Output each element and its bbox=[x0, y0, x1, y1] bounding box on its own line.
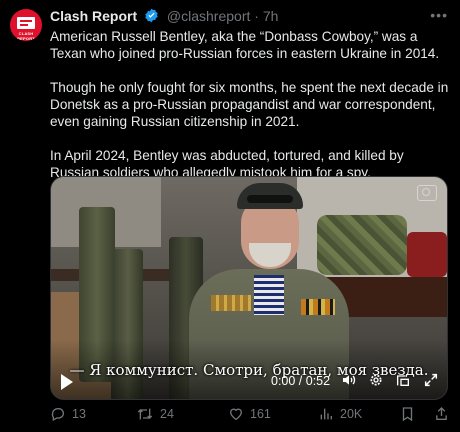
separator-dot: · bbox=[254, 8, 259, 24]
repost-button[interactable]: 24 bbox=[136, 406, 174, 422]
views-icon bbox=[318, 406, 334, 422]
video-person-glasses bbox=[247, 195, 293, 203]
play-icon[interactable] bbox=[61, 374, 73, 390]
share-button[interactable] bbox=[434, 406, 449, 422]
heart-icon bbox=[228, 406, 244, 422]
like-button[interactable]: 161 bbox=[228, 406, 271, 422]
pip-icon[interactable] bbox=[395, 372, 411, 393]
camera-icon[interactable] bbox=[417, 185, 437, 201]
volume-icon[interactable] bbox=[341, 372, 357, 393]
video-scene-camo-bags bbox=[317, 215, 407, 275]
post-time[interactable]: 7h bbox=[263, 8, 279, 24]
author-name[interactable]: Clash Report bbox=[50, 8, 137, 24]
video-person-medals bbox=[211, 295, 251, 311]
video-person-ribbons bbox=[301, 299, 335, 315]
video-person-shirt bbox=[254, 275, 284, 315]
tweet-header: Clash Report @clashreport · 7h ••• bbox=[50, 7, 448, 26]
tweet: CLASH REPORT Clash Report @clashreport ·… bbox=[0, 0, 460, 432]
avatar-logo-text: CLASH REPORT bbox=[17, 31, 35, 41]
video-controls: 0:00 / 0:52 bbox=[51, 371, 447, 393]
reply-count: 13 bbox=[72, 407, 86, 421]
repost-icon bbox=[136, 406, 154, 422]
bookmark-button[interactable] bbox=[400, 406, 415, 422]
reply-button[interactable]: 13 bbox=[50, 406, 86, 422]
repost-count: 24 bbox=[160, 407, 174, 421]
video-player[interactable]: — Я коммунист. Смотри, братан, моя звезд… bbox=[50, 176, 448, 400]
bookmark-icon bbox=[400, 406, 415, 422]
views-button[interactable]: 20K bbox=[318, 406, 362, 422]
reply-icon bbox=[50, 406, 66, 422]
tweet-text: American Russell Bentley, aka the “Donba… bbox=[50, 28, 454, 198]
views-count: 20K bbox=[340, 407, 363, 421]
tweet-actions: 13 24 161 20K bbox=[50, 406, 454, 426]
like-count: 161 bbox=[250, 407, 271, 421]
clash-report-logo bbox=[17, 17, 35, 29]
video-scene-red-bag bbox=[407, 232, 447, 277]
avatar[interactable]: CLASH REPORT bbox=[10, 9, 42, 41]
share-icon bbox=[434, 406, 449, 422]
author-handle[interactable]: @clashreport bbox=[167, 8, 250, 24]
fullscreen-icon[interactable] bbox=[423, 372, 439, 393]
more-options-icon[interactable]: ••• bbox=[430, 7, 448, 23]
settings-icon[interactable] bbox=[368, 372, 384, 393]
tweet-paragraph-2: Though he only fought for six months, he… bbox=[50, 80, 449, 129]
tweet-paragraph-1: American Russell Bentley, aka the “Donba… bbox=[50, 29, 440, 61]
verified-badge-icon bbox=[144, 8, 159, 26]
video-timer: 0:00 / 0:52 bbox=[271, 374, 331, 388]
